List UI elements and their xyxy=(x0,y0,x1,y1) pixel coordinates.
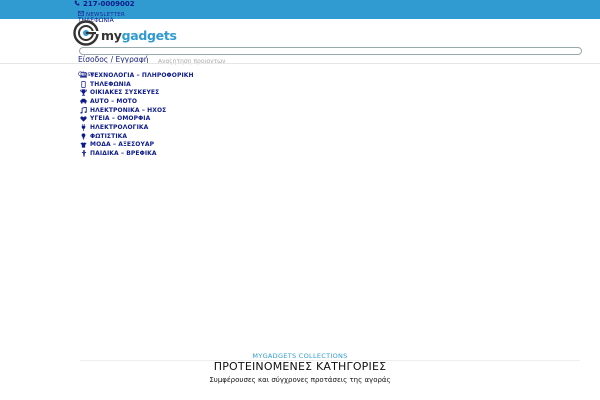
category-item[interactable]: AUTO – MOTO xyxy=(80,97,194,106)
category-label: ΜΟΔΑ – ΑΞΕΣΟΥΑΡ xyxy=(90,141,155,149)
laptop-icon xyxy=(80,72,87,79)
category-item[interactable]: ΥΓΕΙΑ – ΟΜΟΡΦΙΑ xyxy=(80,114,194,123)
category-item[interactable]: ΤΗΛΕΦΩΝΙΑ xyxy=(80,80,194,89)
header-phone[interactable]: 217-0009002 xyxy=(74,0,135,8)
logo-wordmark: mygadgets xyxy=(101,28,177,43)
car-icon xyxy=(80,98,87,105)
search-box[interactable] xyxy=(79,47,582,65)
category-item[interactable]: ΗΛΕΚΤΡΟΝΙΚΑ – ΗΧΟΣ xyxy=(80,106,194,115)
category-label: ΠΑΙΔΙΚΑ – ΒΡΕΦΙΚΑ xyxy=(90,150,157,158)
category-label: ΟΙΚΙΑΚΕΣ ΣΥΣΚΕΥΕΣ xyxy=(90,89,160,97)
category-item[interactable]: ΦΩΤΙΣΤΙΚΑ xyxy=(80,132,194,141)
lightbulb-icon xyxy=(80,133,87,140)
phone-number: 217-0009002 xyxy=(83,0,135,8)
tshirt-icon xyxy=(80,141,87,148)
trophy-icon xyxy=(80,89,87,96)
category-label: ΥΓΕΙΑ – ΟΜΟΡΦΙΑ xyxy=(90,115,151,123)
category-item[interactable]: ΗΛΕΚΤΡΟΛΟΓΙΚΑ xyxy=(80,123,194,132)
category-item[interactable]: ΤΕΧΝΟΛΟΓΙΑ – ΠΛΗΡΟΦΟΡΙΚΗ xyxy=(80,71,194,80)
header-divider xyxy=(0,63,600,64)
plug-icon xyxy=(80,123,87,131)
category-label: ΤΗΛΕΦΩΝΙΑ xyxy=(90,80,131,88)
music-note-icon xyxy=(80,106,87,114)
category-item[interactable]: ΟΙΚΙΑΚΕΣ ΣΥΣΚΕΥΕΣ xyxy=(80,88,194,97)
mobile-phone-icon xyxy=(80,80,87,88)
category-label: ΗΛΕΚΤΡΟΛΟΓΙΚΑ xyxy=(90,123,149,131)
heart-icon xyxy=(80,115,87,122)
logo-suffix: gadgets xyxy=(121,27,177,43)
category-item[interactable]: ΜΟΔΑ – ΑΞΕΣΟΥΑΡ xyxy=(80,141,194,150)
category-label: ΤΕΧΝΟΛΟΓΙΑ – ΠΛΗΡΟΦΟΡΙΚΗ xyxy=(90,71,194,79)
featured-subtitle: Συμφέρουσες και σύγχρονες προτάσεις της … xyxy=(209,376,391,384)
category-label: ΦΩΤΙΣΤΙΚΑ xyxy=(90,132,128,140)
phone-icon xyxy=(74,0,80,8)
logo-mark-icon xyxy=(73,20,99,50)
category-label: AUTO – MOTO xyxy=(90,97,138,105)
logo-prefix: my xyxy=(101,27,122,43)
category-item[interactable]: ΠΑΙΔΙΚΑ – ΒΡΕΦΙΚΑ xyxy=(80,149,194,158)
featured-title: ΠΡΟΤΕΙΝΟΜΕΝΕΣ ΚΑΤΗΓΟΡΙΕΣ xyxy=(213,360,387,373)
featured-eyebrow: MYGADGETS COLLECTIONS xyxy=(252,352,348,360)
category-label: ΗΛΕΚΤΡΟΝΙΚΑ – ΗΧΟΣ xyxy=(90,106,167,114)
site-logo[interactable]: mygadgets xyxy=(73,20,177,50)
child-icon xyxy=(80,150,87,157)
category-menu: ΤΕΧΝΟΛΟΓΙΑ – ΠΛΗΡΟΦΟΡΙΚΗ ΤΗΛΕΦΩΝΙΑ ΟΙΚΙΑ… xyxy=(80,71,194,158)
